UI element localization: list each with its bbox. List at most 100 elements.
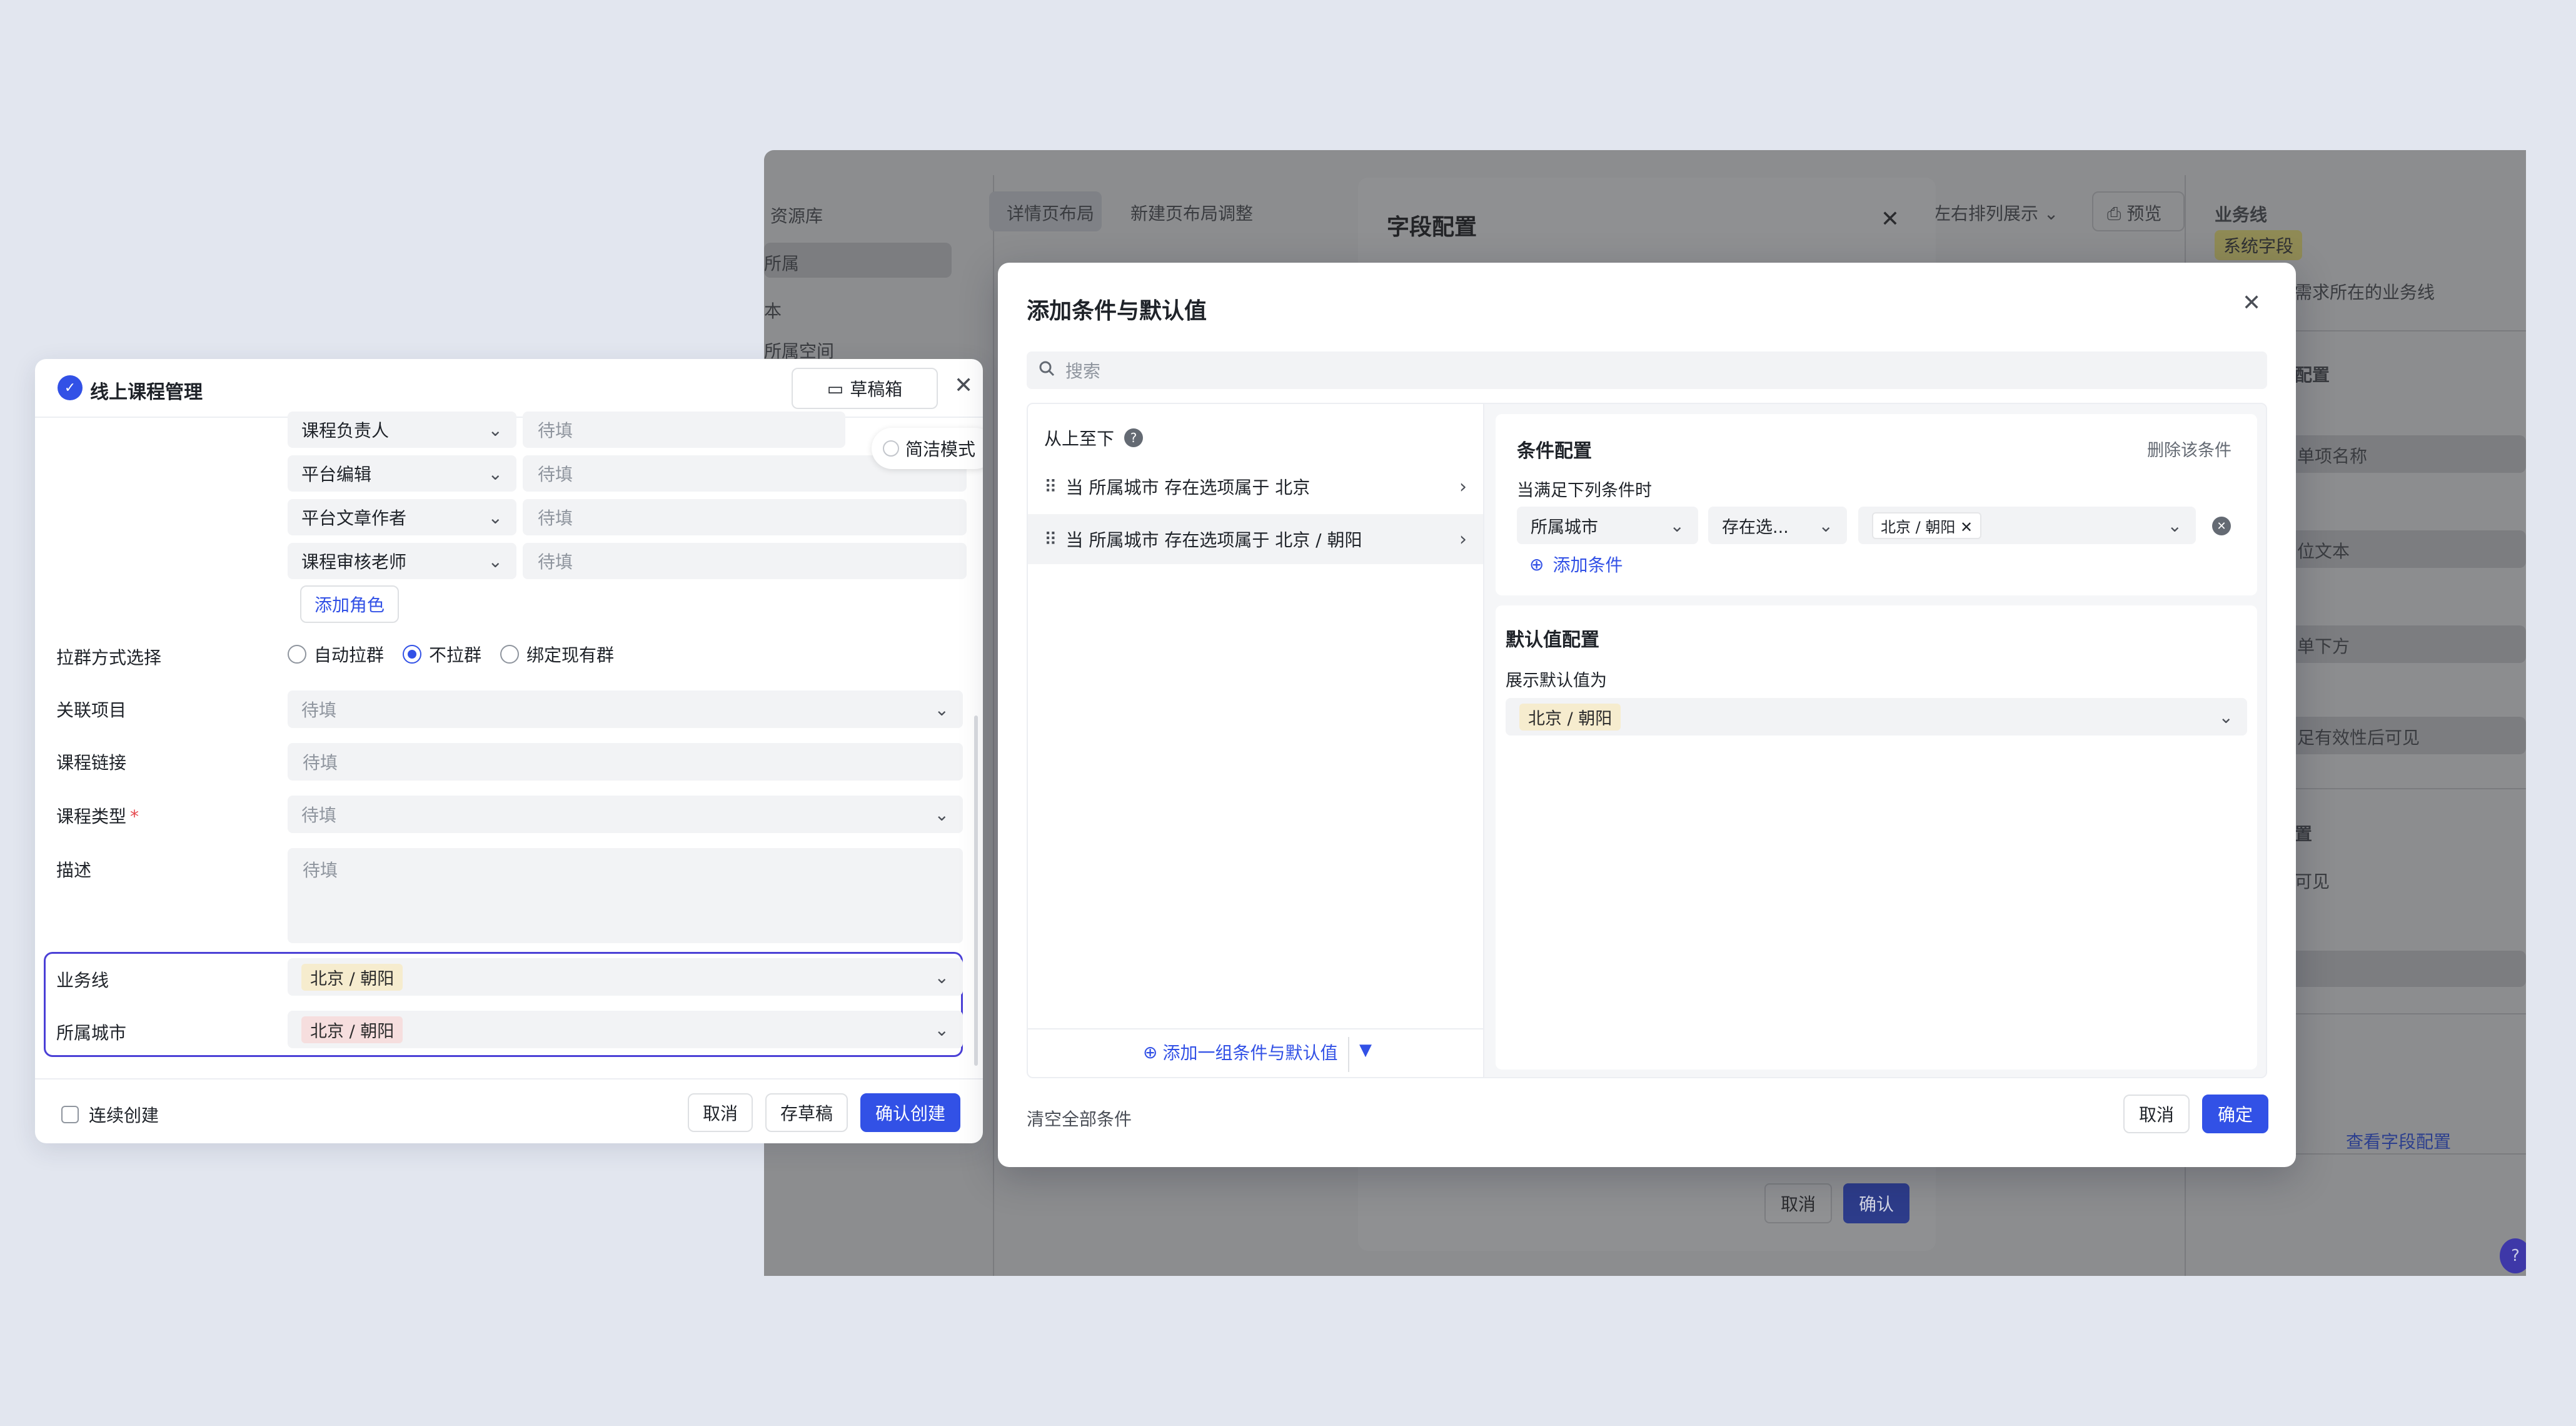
config-field-2-text: 位文本 <box>2297 541 2350 562</box>
related-project-label: 关联项目 <box>56 700 127 721</box>
role-label: 平台文章作者 <box>301 508 407 528</box>
role-select[interactable]: 平台编辑 ⌄ <box>288 455 516 492</box>
value-tag: 北京 / 朝阳 ✕ <box>1872 512 1982 539</box>
cancel-button[interactable]: 取消 <box>688 1093 753 1132</box>
radio-auto-group[interactable]: 自动拉群 <box>288 642 384 667</box>
role-label: 课程审核老师 <box>301 552 407 572</box>
tab-detail-layout[interactable]: 详情页布局 <box>1007 200 1094 225</box>
condition-field-select[interactable]: 所属城市 ⌄ <box>1517 507 1698 544</box>
add-role-button[interactable]: 添加角色 <box>300 585 399 623</box>
sidebar-item-belong[interactable]: 所属 <box>764 250 799 275</box>
radio-icon <box>288 645 306 664</box>
config-field-3-text: 单下方 <box>2297 636 2350 657</box>
chevron-down-icon: ⌄ <box>934 699 949 720</box>
config-field-1-text: 单项名称 <box>2297 446 2368 467</box>
caret-down-icon[interactable]: ▼ <box>1359 1041 1372 1059</box>
close-icon[interactable]: ✕ <box>954 373 973 398</box>
radio-icon <box>500 645 520 664</box>
dialog-body: 从上至下 ? ⠿ 当 所属城市 存在选项属于 北京 › ⠿ 当 所属城市 存在选… <box>1027 403 2267 1078</box>
course-type-select[interactable]: 待填 ⌄ <box>288 796 963 833</box>
field-config-title: 字段配置 <box>1387 215 1477 240</box>
field-config-cancel-button[interactable]: 取消 <box>1764 1183 1832 1223</box>
help-icon[interactable]: ? <box>1124 428 1144 447</box>
chevron-down-icon: ⌄ <box>488 507 503 528</box>
default-value-card: 默认值配置 展示默认值为 北京 / 朝阳 ⌄ <box>1496 605 2257 1070</box>
system-field-badge: 系统字段 <box>2215 230 2303 260</box>
role-select[interactable]: 课程审核老师 ⌄ <box>288 543 516 579</box>
business-line-label: 业务线 <box>56 970 109 991</box>
clean-mode-toggle[interactable]: 简洁模式 <box>872 428 983 469</box>
condition-config-card: 条件配置 删除该条件 当满足下列条件时 所属城市 ⌄ 存在选... ⌄ 北京 / 朝… <box>1496 414 2257 595</box>
drag-handle-icon[interactable]: ⠿ <box>1044 529 1057 550</box>
role-member-input[interactable]: 待填 <box>523 499 967 535</box>
rule-item[interactable]: ⠿ 当 所属城市 存在选项属于 北京 › <box>1028 462 1483 512</box>
chevron-down-icon: ⌄ <box>1818 515 1833 536</box>
draft-box-label: 草稿箱 <box>850 379 903 400</box>
confirm-create-button[interactable]: 确认创建 <box>860 1093 960 1132</box>
draft-box-button[interactable]: ▭ 草稿箱 <box>792 368 938 409</box>
save-draft-button[interactable]: 存草稿 <box>765 1093 848 1132</box>
radio-no-group[interactable]: 不拉群 <box>403 642 481 667</box>
role-member-input[interactable]: 待填 <box>523 412 845 448</box>
city-tag: 北京 / 朝阳 <box>301 1016 403 1043</box>
default-config-title: 默认值配置 <box>1506 629 1599 651</box>
order-label: 从上至下 ? <box>1044 425 1144 450</box>
tag-close-icon[interactable]: ✕ <box>1960 518 1973 536</box>
rule-item-selected[interactable]: ⠿ 当 所属城市 存在选项属于 北京 / 朝阳 › <box>1028 514 1483 564</box>
radio-label: 不拉群 <box>429 645 482 665</box>
view-field-config-link[interactable]: 查看字段配置 <box>2346 1128 2451 1153</box>
business-line-tag: 北京 / 朝阳 <box>301 963 403 991</box>
role-select[interactable]: 课程负责人 ⌄ <box>288 412 516 448</box>
placeholder: 待填 <box>301 805 337 826</box>
dialog-ok-button[interactable]: 确定 <box>2202 1095 2268 1133</box>
sidebar-divider <box>993 175 994 1276</box>
help-icon[interactable]: ? <box>2500 1238 2526 1273</box>
rule-text: 当 所属城市 存在选项属于 北京 / 朝阳 <box>1065 530 1362 550</box>
split-divider <box>1348 1037 1349 1072</box>
sidebar-item-text[interactable]: 本 <box>764 298 782 323</box>
inbox-icon: ▭ <box>827 378 844 399</box>
business-line-select[interactable]: 北京 / 朝阳 ⌄ <box>288 958 963 996</box>
delete-condition-link[interactable]: 删除该条件 <box>2147 437 2231 461</box>
add-condition-button[interactable]: ⊕ 添加条件 <box>1529 552 1623 577</box>
chevron-right-icon: › <box>1459 528 1467 550</box>
close-icon[interactable]: ✕ <box>1881 206 1899 232</box>
right-panel-desc: 需求所在的业务线 <box>2295 282 2435 303</box>
drag-handle-icon[interactable]: ⠿ <box>1044 477 1057 497</box>
search-input[interactable]: 搜索 <box>1027 351 2267 389</box>
dialog-title: 添加条件与默认值 <box>1027 298 1207 324</box>
remove-condition-icon[interactable]: ✕ <box>2212 517 2231 535</box>
toggle-circle-icon <box>883 440 899 457</box>
select-value: 所属城市 <box>1531 517 1598 537</box>
dialog-cancel-button[interactable]: 取消 <box>2123 1095 2190 1133</box>
list-footer-divider <box>1028 1028 1483 1029</box>
course-type-label: 课程类型 * <box>56 806 139 827</box>
close-icon[interactable]: ✕ <box>2242 290 2261 316</box>
city-label: 所属城市 <box>56 1023 127 1043</box>
condition-operator-select[interactable]: 存在选... ⌄ <box>1708 507 1847 544</box>
field-config-confirm-button[interactable]: 确认 <box>1843 1183 1909 1223</box>
continuous-create-checkbox[interactable]: 连续创建 <box>61 1102 159 1127</box>
role-select[interactable]: 平台文章作者 ⌄ <box>288 499 516 535</box>
city-select[interactable]: 北京 / 朝阳 ⌄ <box>288 1011 963 1048</box>
radio-label: 自动拉群 <box>314 645 385 665</box>
required-mark: * <box>130 806 139 827</box>
role-member-input[interactable]: 待填 <box>523 543 967 579</box>
layout-mode-select[interactable]: 左右排列展示 ⌄ <box>1933 200 2058 225</box>
related-project-select[interactable]: 待填 ⌄ <box>288 690 963 728</box>
clear-all-conditions-link[interactable]: 清空全部条件 <box>1027 1106 1132 1131</box>
add-condition-group-button[interactable]: ⊕ 添加一组条件与默认值 <box>1143 1039 1337 1064</box>
add-circle-icon: ⊕ <box>1143 1041 1158 1063</box>
select-value: 存在选... <box>1722 517 1789 537</box>
default-value-select[interactable]: 北京 / 朝阳 ⌄ <box>1506 698 2247 736</box>
tab-new-layout[interactable]: 新建页布局调整 <box>1130 200 1253 225</box>
scrollbar[interactable] <box>974 716 978 1066</box>
config-section-heading: 配置 <box>2295 365 2330 385</box>
condition-value-select[interactable]: 北京 / 朝阳 ✕ ⌄ <box>1858 507 2196 544</box>
visible-text: 可见 <box>2295 871 2330 892</box>
sidebar-item-resource[interactable]: 资源库 <box>770 203 823 228</box>
description-textarea[interactable]: 待填 <box>288 848 963 943</box>
radio-bind-existing[interactable]: 绑定现有群 <box>500 642 614 667</box>
course-link-input[interactable]: 待填 <box>288 743 963 781</box>
chevron-down-icon: ⌄ <box>934 1019 949 1040</box>
